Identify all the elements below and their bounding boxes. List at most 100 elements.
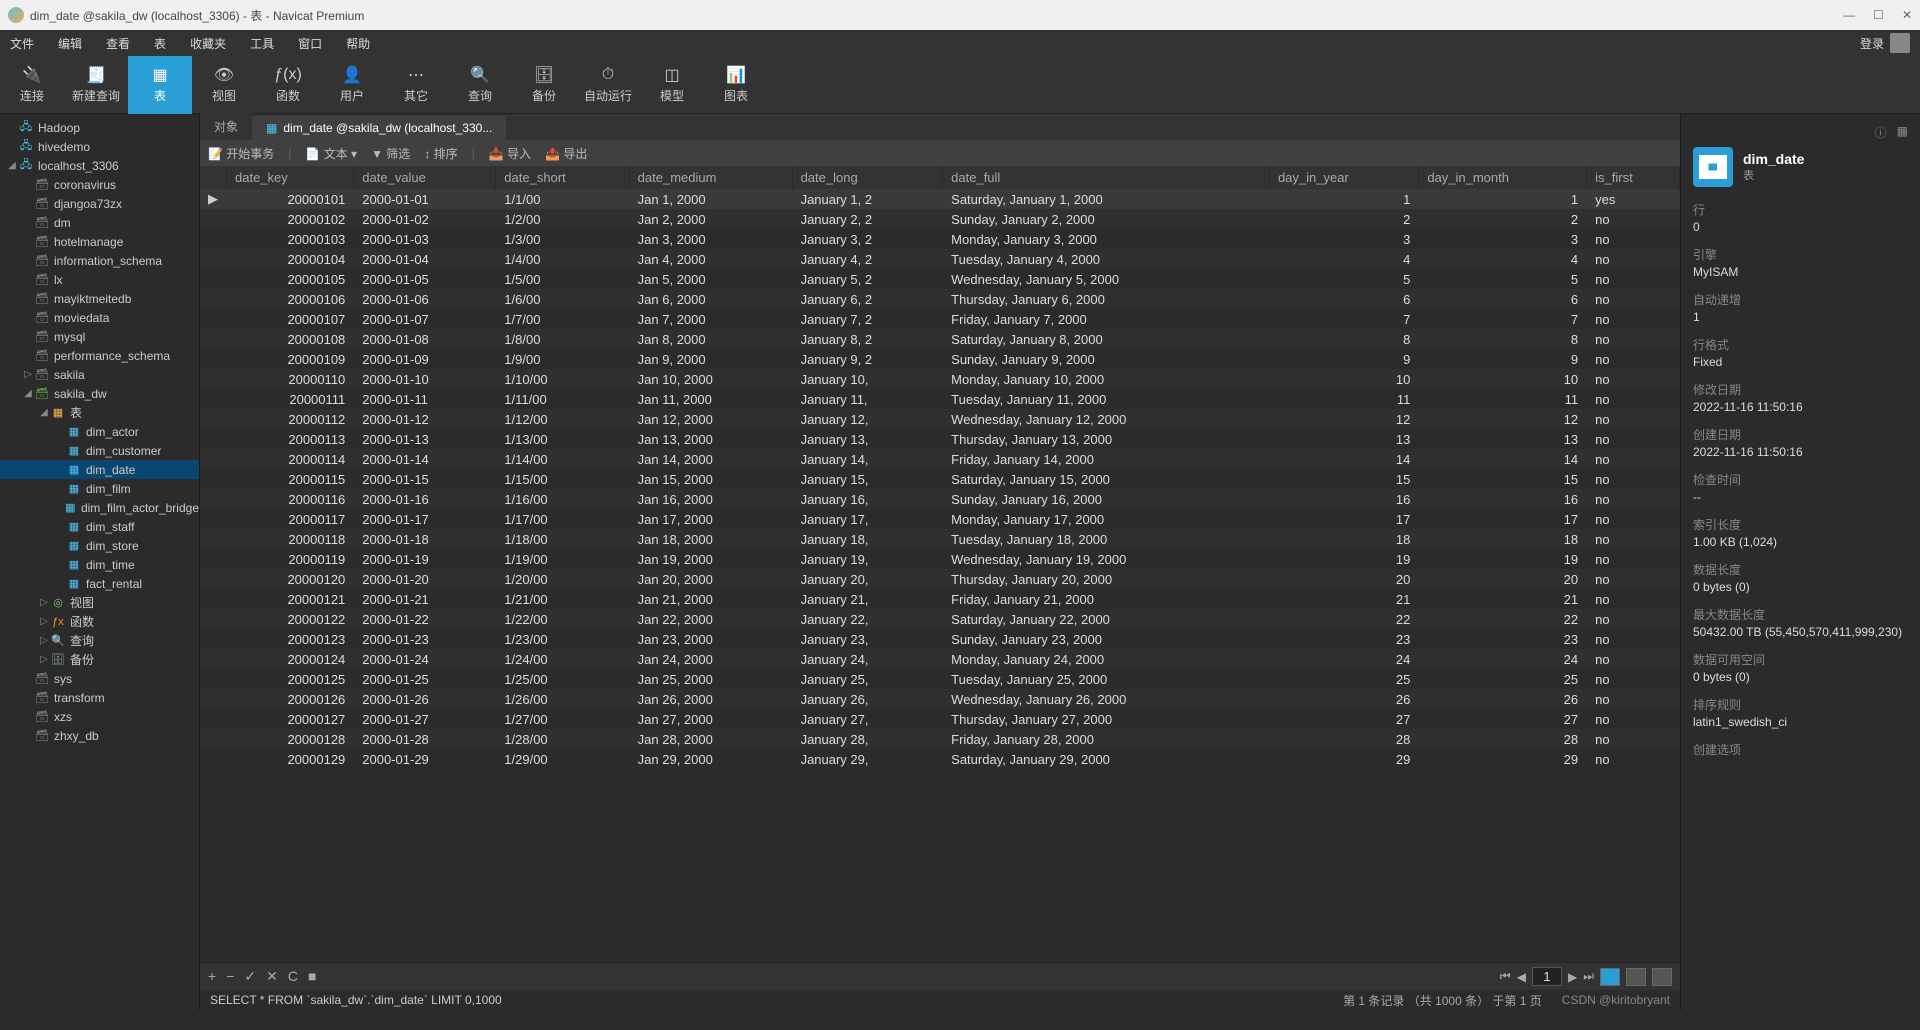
cell[interactable]: 1/15/00 — [496, 469, 629, 489]
tree-dim_date[interactable]: ▦dim_date — [0, 460, 199, 479]
cell[interactable]: 2000-01-25 — [354, 669, 496, 689]
cell[interactable]: Jan 13, 2000 — [629, 429, 792, 449]
next-page-button[interactable]: ▶ — [1568, 970, 1577, 984]
cell[interactable]: Jan 12, 2000 — [629, 409, 792, 429]
tree-mysql[interactable]: 🗃mysql — [0, 327, 199, 346]
cell[interactable]: January 5, 2 — [792, 269, 943, 289]
cell[interactable]: 22 — [1269, 609, 1418, 629]
cell[interactable]: 2000-01-14 — [354, 449, 496, 469]
cell[interactable]: January 20, — [792, 569, 943, 589]
cell[interactable]: Jan 22, 2000 — [629, 609, 792, 629]
cell[interactable]: 2000-01-03 — [354, 229, 496, 249]
cell[interactable]: yes — [1587, 189, 1680, 209]
cell[interactable]: Wednesday, January 12, 2000 — [943, 409, 1270, 429]
cell[interactable]: no — [1587, 669, 1680, 689]
cell[interactable]: January 27, — [792, 709, 943, 729]
cell[interactable]: 10 — [1269, 369, 1418, 389]
cell[interactable]: 1/27/00 — [496, 709, 629, 729]
table-row[interactable]: 200001152000-01-151/15/00Jan 15, 2000Jan… — [200, 469, 1680, 489]
tree-视图[interactable]: ▷◎视图 — [0, 593, 199, 612]
cell[interactable]: January 14, — [792, 449, 943, 469]
cell[interactable]: January 21, — [792, 589, 943, 609]
cell[interactable]: January 4, 2 — [792, 249, 943, 269]
cell[interactable]: no — [1587, 249, 1680, 269]
cell[interactable]: Saturday, January 8, 2000 — [943, 329, 1270, 349]
cell[interactable]: January 23, — [792, 629, 943, 649]
cell[interactable]: Sunday, January 16, 2000 — [943, 489, 1270, 509]
cell[interactable]: 20000127 — [227, 709, 354, 729]
tree-备份[interactable]: ▷🗄备份 — [0, 650, 199, 669]
cell[interactable]: 1/2/00 — [496, 209, 629, 229]
cell[interactable]: 2000-01-13 — [354, 429, 496, 449]
cell[interactable]: 1 — [1419, 189, 1587, 209]
cell[interactable]: 2000-01-19 — [354, 549, 496, 569]
cell[interactable]: 20000128 — [227, 729, 354, 749]
cell[interactable]: January 18, — [792, 529, 943, 549]
cell[interactable]: January 1, 2 — [792, 189, 943, 209]
menu-窗口[interactable]: 窗口 — [298, 35, 322, 52]
cell[interactable]: 23 — [1419, 629, 1587, 649]
cell[interactable]: 2000-01-09 — [354, 349, 496, 369]
cell[interactable]: 12 — [1269, 409, 1418, 429]
cell[interactable]: 29 — [1419, 749, 1587, 769]
sort-button[interactable]: ↕ 排序 — [424, 145, 457, 162]
cell[interactable]: Jan 2, 2000 — [629, 209, 792, 229]
cell[interactable]: 2000-01-02 — [354, 209, 496, 229]
cell[interactable]: Monday, January 24, 2000 — [943, 649, 1270, 669]
cell[interactable]: 24 — [1419, 649, 1587, 669]
cell[interactable]: 25 — [1269, 669, 1418, 689]
cell[interactable]: Tuesday, January 25, 2000 — [943, 669, 1270, 689]
cell[interactable]: 8 — [1419, 329, 1587, 349]
tree-dim_film[interactable]: ▦dim_film — [0, 479, 199, 498]
table-row[interactable]: 200001062000-01-061/6/00Jan 6, 2000Janua… — [200, 289, 1680, 309]
cell[interactable]: 22 — [1419, 609, 1587, 629]
table-row[interactable]: 200001252000-01-251/25/00Jan 25, 2000Jan… — [200, 669, 1680, 689]
tree-twisty-icon[interactable]: ◢ — [22, 388, 34, 399]
col-is_first[interactable]: is_first — [1587, 166, 1680, 189]
cell[interactable]: 1/9/00 — [496, 349, 629, 369]
form-view-button[interactable] — [1626, 968, 1646, 986]
cell[interactable]: 1/21/00 — [496, 589, 629, 609]
prev-page-button[interactable]: ◀ — [1517, 970, 1526, 984]
cell[interactable]: no — [1587, 629, 1680, 649]
cell[interactable]: 13 — [1269, 429, 1418, 449]
cell[interactable]: 2000-01-27 — [354, 709, 496, 729]
tree-sys[interactable]: 🗃sys — [0, 669, 199, 688]
cell[interactable]: no — [1587, 549, 1680, 569]
tree-information_schema[interactable]: 🗃information_schema — [0, 251, 199, 270]
cell[interactable]: 1/29/00 — [496, 749, 629, 769]
cell[interactable]: Jan 18, 2000 — [629, 529, 792, 549]
tree-查询[interactable]: ▷🔍查询 — [0, 631, 199, 650]
cell[interactable]: Jan 28, 2000 — [629, 729, 792, 749]
cell[interactable]: 2000-01-08 — [354, 329, 496, 349]
menu-文件[interactable]: 文件 — [10, 35, 34, 52]
cell[interactable]: Tuesday, January 4, 2000 — [943, 249, 1270, 269]
cell[interactable]: 5 — [1269, 269, 1418, 289]
cell[interactable]: Wednesday, January 5, 2000 — [943, 269, 1270, 289]
cell[interactable]: no — [1587, 229, 1680, 249]
tree-lx[interactable]: 🗃lx — [0, 270, 199, 289]
cell[interactable]: 15 — [1419, 469, 1587, 489]
cell[interactable]: Jan 20, 2000 — [629, 569, 792, 589]
toolbar-其它[interactable]: ⋯其它 — [384, 56, 448, 114]
tree-mayiktmeitedb[interactable]: 🗃mayiktmeitedb — [0, 289, 199, 308]
tree-sakila_dw[interactable]: ◢🗃sakila_dw — [0, 384, 199, 403]
cell[interactable]: January 6, 2 — [792, 289, 943, 309]
cell[interactable]: 2000-01-15 — [354, 469, 496, 489]
cell[interactable]: January 19, — [792, 549, 943, 569]
menu-编辑[interactable]: 编辑 — [58, 35, 82, 52]
close-icon[interactable]: ✕ — [1902, 8, 1912, 22]
toolbar-图表[interactable]: 📊图表 — [704, 56, 768, 114]
menu-收藏夹[interactable]: 收藏夹 — [190, 35, 226, 52]
cell[interactable]: no — [1587, 429, 1680, 449]
cell[interactable]: 4 — [1269, 249, 1418, 269]
cell[interactable]: Jan 16, 2000 — [629, 489, 792, 509]
refresh-button[interactable]: C — [288, 968, 298, 985]
tree-moviedata[interactable]: 🗃moviedata — [0, 308, 199, 327]
cell[interactable]: Thursday, January 20, 2000 — [943, 569, 1270, 589]
cell[interactable]: 27 — [1419, 709, 1587, 729]
cell[interactable]: 20000102 — [227, 209, 354, 229]
tree-coronavirus[interactable]: 🗃coronavirus — [0, 175, 199, 194]
cell[interactable]: no — [1587, 589, 1680, 609]
table-row[interactable]: ▶200001012000-01-011/1/00Jan 1, 2000Janu… — [200, 189, 1680, 209]
